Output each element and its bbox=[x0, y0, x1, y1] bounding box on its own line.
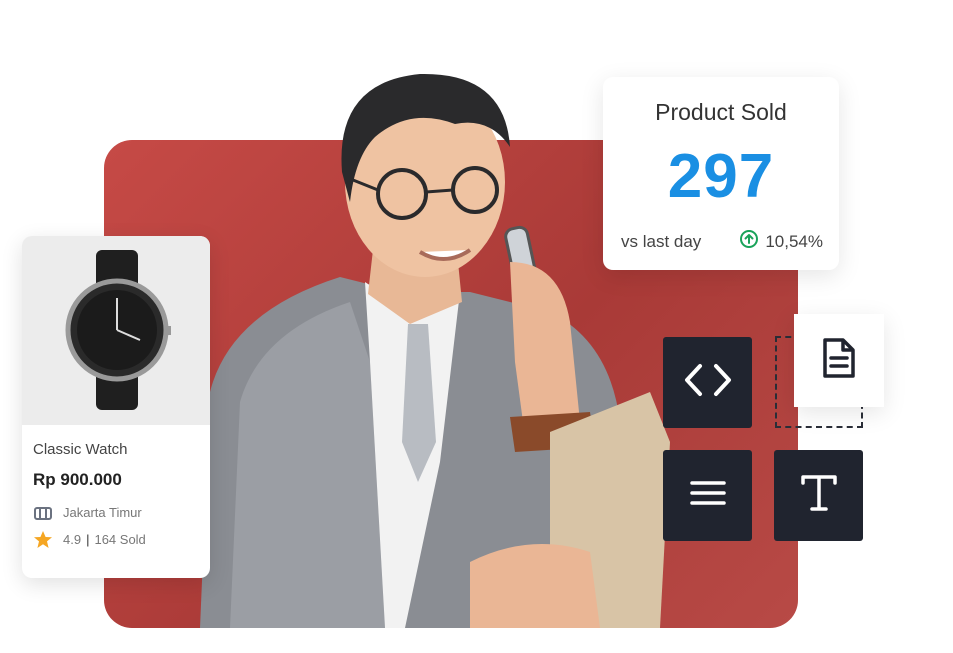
stats-compare-label: vs last day bbox=[621, 231, 702, 251]
document-block-button[interactable] bbox=[794, 314, 884, 407]
stats-value: 297 bbox=[667, 142, 775, 211]
product-card[interactable]: Classic Watch Rp 900.000 Jakarta Timur 4… bbox=[22, 236, 210, 578]
stats-title: Product Sold bbox=[655, 99, 787, 125]
text-icon bbox=[799, 473, 839, 518]
code-icon bbox=[683, 362, 733, 403]
product-sold: 164 Sold bbox=[94, 531, 146, 547]
text-block-button[interactable] bbox=[774, 450, 863, 541]
product-location: Jakarta Timur bbox=[63, 504, 142, 520]
document-icon bbox=[819, 336, 859, 385]
product-title: Classic Watch bbox=[33, 441, 128, 458]
arrow-up-circle-icon bbox=[739, 229, 759, 254]
store-icon bbox=[33, 504, 53, 520]
menu-icon bbox=[689, 478, 727, 513]
paragraph-block-button[interactable] bbox=[663, 450, 752, 541]
stats-change-value: 10,54% bbox=[765, 231, 823, 251]
product-image bbox=[22, 236, 210, 425]
businessman-illustration bbox=[200, 73, 670, 628]
stats-change: 10,54% bbox=[739, 229, 823, 254]
star-icon bbox=[33, 530, 53, 548]
product-location-row: Jakarta Timur bbox=[33, 504, 199, 520]
code-block-button[interactable] bbox=[663, 337, 752, 428]
product-rating: 4.9 bbox=[63, 531, 82, 547]
product-rating-row: 4.9 | 164 Sold bbox=[33, 530, 199, 548]
rating-divider: | bbox=[86, 531, 90, 547]
product-price: Rp 900.000 bbox=[33, 470, 122, 489]
product-sold-card: Product Sold 297 vs last day 10,54% bbox=[603, 77, 839, 270]
